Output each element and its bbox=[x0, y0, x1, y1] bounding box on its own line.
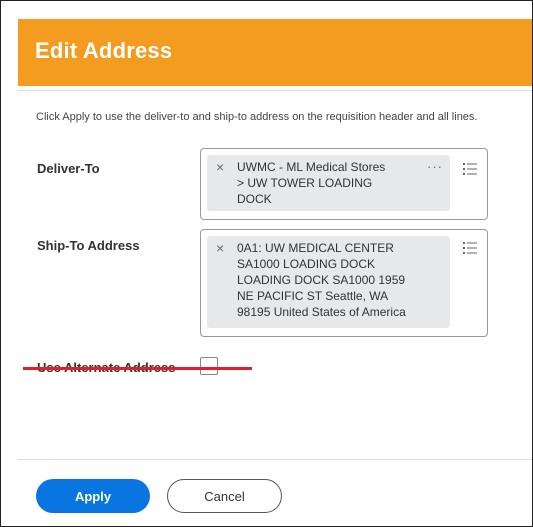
ellipsis-icon[interactable]: ··· bbox=[427, 159, 443, 174]
close-icon[interactable]: × bbox=[216, 241, 224, 255]
footer-divider bbox=[18, 459, 532, 460]
list-icon[interactable] bbox=[463, 242, 477, 254]
ship-to-label: Ship-To Address bbox=[37, 238, 140, 253]
strikethrough-annotation bbox=[23, 367, 252, 370]
dialog-header: Edit Address bbox=[18, 19, 532, 86]
deliver-to-field[interactable]: × UWMC - ML Medical Stores > UW TOWER LO… bbox=[200, 148, 488, 220]
deliver-to-selected-pill[interactable]: × UWMC - ML Medical Stores > UW TOWER LO… bbox=[207, 155, 450, 211]
ship-to-field[interactable]: × 0A1: UW MEDICAL CENTER SA1000 LOADING … bbox=[200, 229, 488, 337]
cancel-button[interactable]: Cancel bbox=[167, 479, 282, 513]
ship-to-selected-pill[interactable]: × 0A1: UW MEDICAL CENTER SA1000 LOADING … bbox=[207, 236, 450, 328]
close-icon[interactable]: × bbox=[216, 160, 224, 174]
use-alternate-address-checkbox[interactable] bbox=[200, 357, 218, 375]
dialog-title: Edit Address bbox=[35, 38, 173, 63]
deliver-to-label: Deliver-To bbox=[37, 161, 100, 176]
instructions-text: Click Apply to use the deliver-to and sh… bbox=[36, 111, 478, 123]
deliver-to-selected-text: UWMC - ML Medical Stores > UW TOWER LOAD… bbox=[237, 160, 386, 206]
ship-to-selected-text: 0A1: UW MEDICAL CENTER SA1000 LOADING DO… bbox=[237, 241, 406, 319]
apply-button[interactable]: Apply bbox=[36, 479, 150, 513]
list-icon[interactable] bbox=[463, 163, 477, 175]
edit-address-dialog: Edit Address Click Apply to use the deli… bbox=[0, 0, 533, 527]
header-divider bbox=[18, 90, 532, 91]
